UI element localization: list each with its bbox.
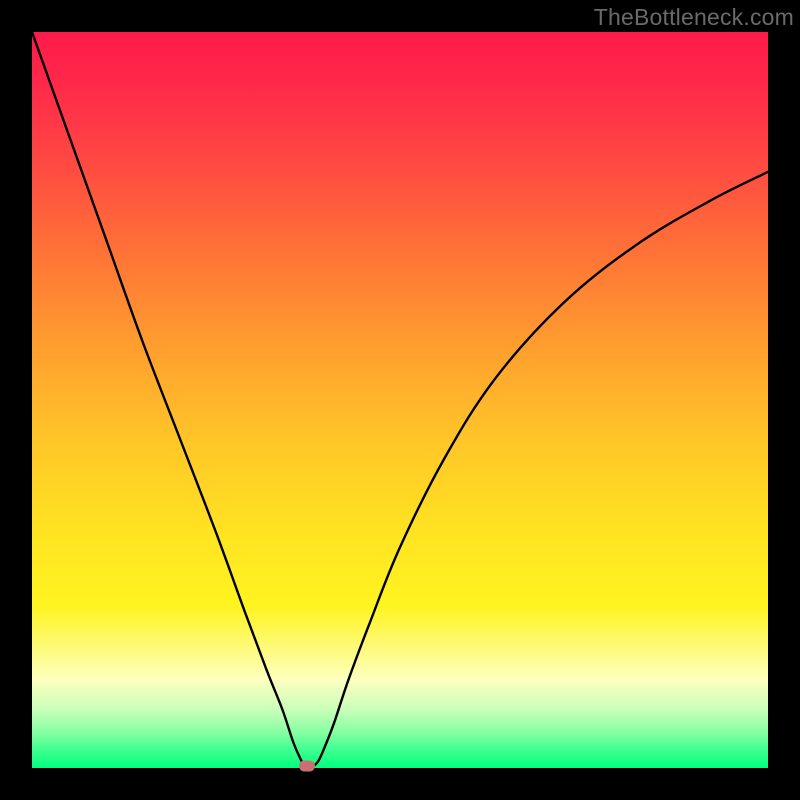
min-marker [299,760,315,771]
curve-path [32,32,768,767]
watermark-text: TheBottleneck.com [594,4,794,31]
chart-frame: TheBottleneck.com [0,0,800,800]
plot-area [32,32,768,768]
curve-svg [32,32,768,768]
